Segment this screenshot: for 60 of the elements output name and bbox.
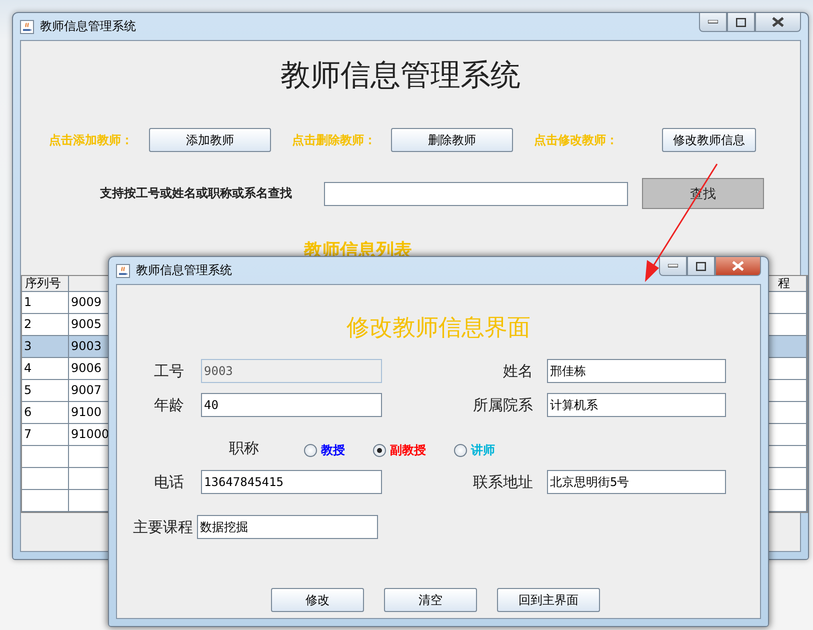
table-cell: 7 [24, 427, 32, 441]
close-icon [732, 261, 744, 271]
close-button[interactable] [755, 13, 801, 32]
minimize-button[interactable] [699, 13, 727, 32]
table-cell: 91000 [71, 427, 110, 441]
java-cup-icon [116, 264, 130, 278]
dialog-button[interactable]: 修改 [271, 588, 364, 612]
window-title: 教师信息管理系统 [136, 262, 232, 279]
table-cell: 9009 [71, 295, 102, 309]
close-icon [772, 17, 784, 27]
window-title: 教师信息管理系统 [40, 18, 136, 35]
input-field[interactable]: 40 [201, 393, 382, 417]
column-header: 程 [778, 276, 790, 291]
table-cell: 3 [24, 339, 32, 353]
dialog-button[interactable]: 回到主界面 [497, 588, 600, 612]
table-cell: 6 [24, 405, 32, 419]
radio-option[interactable]: 教授 [304, 442, 345, 458]
field-label: 联系地址 [472, 472, 534, 492]
field-label: 主要课程 [132, 518, 194, 536]
action-label: 点击修改教师： [534, 132, 619, 148]
table-cell: 9007 [71, 383, 102, 397]
maximize-icon [696, 262, 706, 270]
page-title: 教师信息管理系统 [280, 57, 522, 95]
action-label: 点击删除教师： [292, 132, 377, 148]
action-button[interactable]: 删除教师 [391, 128, 513, 152]
search-field[interactable] [324, 182, 628, 206]
field-label: 年龄 [153, 396, 185, 414]
minimize-icon [668, 264, 678, 268]
input-field[interactable]: 数据挖掘 [197, 515, 378, 539]
table-cell: 1 [24, 295, 32, 309]
table-cell: 9003 [71, 339, 102, 353]
input-field[interactable]: 邢佳栋 [547, 359, 726, 383]
minimize-button[interactable] [659, 257, 687, 276]
field-label: 职称 [229, 438, 260, 458]
field-label: 电话 [153, 472, 185, 492]
column-header: 序列号 [25, 276, 61, 291]
field-label: 所属院系 [472, 396, 534, 414]
action-label: 点击添加教师： [49, 132, 134, 148]
maximize-icon [736, 18, 746, 26]
action-button[interactable]: 添加教师 [149, 128, 271, 152]
table-cell: 4 [24, 361, 32, 375]
field-label: 姓名 [502, 362, 534, 380]
table-cell: 9006 [71, 361, 102, 375]
table-cell: 9005 [71, 317, 102, 331]
table-cell: 5 [24, 383, 32, 397]
java-cup-icon [20, 20, 34, 34]
input-field[interactable]: 13647845415 [201, 470, 382, 494]
table-cell: 2 [24, 317, 32, 331]
maximize-button[interactable] [687, 257, 715, 276]
search-label: 支持按工号或姓名或职称或系名查找 [100, 185, 293, 202]
maximize-button[interactable] [727, 13, 755, 32]
input-field[interactable]: 计算机系 [547, 393, 726, 417]
field-label: 工号 [153, 362, 185, 380]
table-cell: 9100 [71, 405, 102, 419]
action-button[interactable]: 修改教师信息 [662, 128, 756, 152]
input-field[interactable]: 北京思明街5号 [547, 470, 726, 494]
form-heading: 修改教师信息界面 [346, 314, 532, 342]
dialog-button[interactable]: 清空 [384, 588, 477, 612]
close-button[interactable] [715, 257, 761, 276]
minimize-icon [708, 20, 718, 24]
